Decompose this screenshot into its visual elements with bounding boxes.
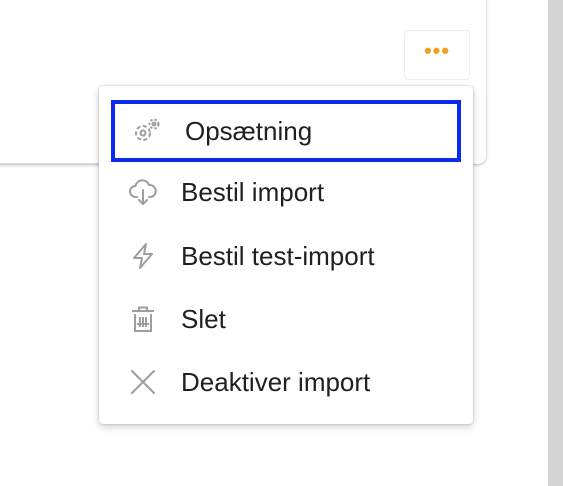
menu-item-bestil-test-import[interactable]: Bestil test-import: [111, 225, 461, 287]
cloud-download-icon: [127, 176, 159, 208]
menu-item-label: Bestil import: [181, 176, 325, 207]
menu-item-label: Opsætning: [185, 115, 313, 146]
lightning-icon: [127, 240, 159, 272]
context-menu: Opsætning Bestil import Bestil test-impo…: [99, 86, 473, 424]
menu-item-bestil-import[interactable]: Bestil import: [111, 161, 461, 223]
gear-cog-icon: [131, 115, 163, 147]
menu-item-slet[interactable]: Slet: [111, 288, 461, 350]
side-panel-edge: [548, 0, 563, 486]
more-options-button[interactable]: •••: [404, 30, 470, 80]
menu-item-label: Bestil test-import: [181, 240, 375, 271]
menu-item-opsaetning[interactable]: Opsætning: [111, 100, 461, 162]
menu-item-deaktiver-import[interactable]: Deaktiver import: [111, 351, 461, 413]
trash-icon: [127, 303, 159, 335]
menu-item-label: Slet: [181, 303, 226, 334]
menu-item-label: Deaktiver import: [181, 366, 371, 397]
close-icon: [127, 366, 159, 398]
more-options-label: •••: [423, 38, 451, 63]
card-divider: [0, 163, 100, 164]
